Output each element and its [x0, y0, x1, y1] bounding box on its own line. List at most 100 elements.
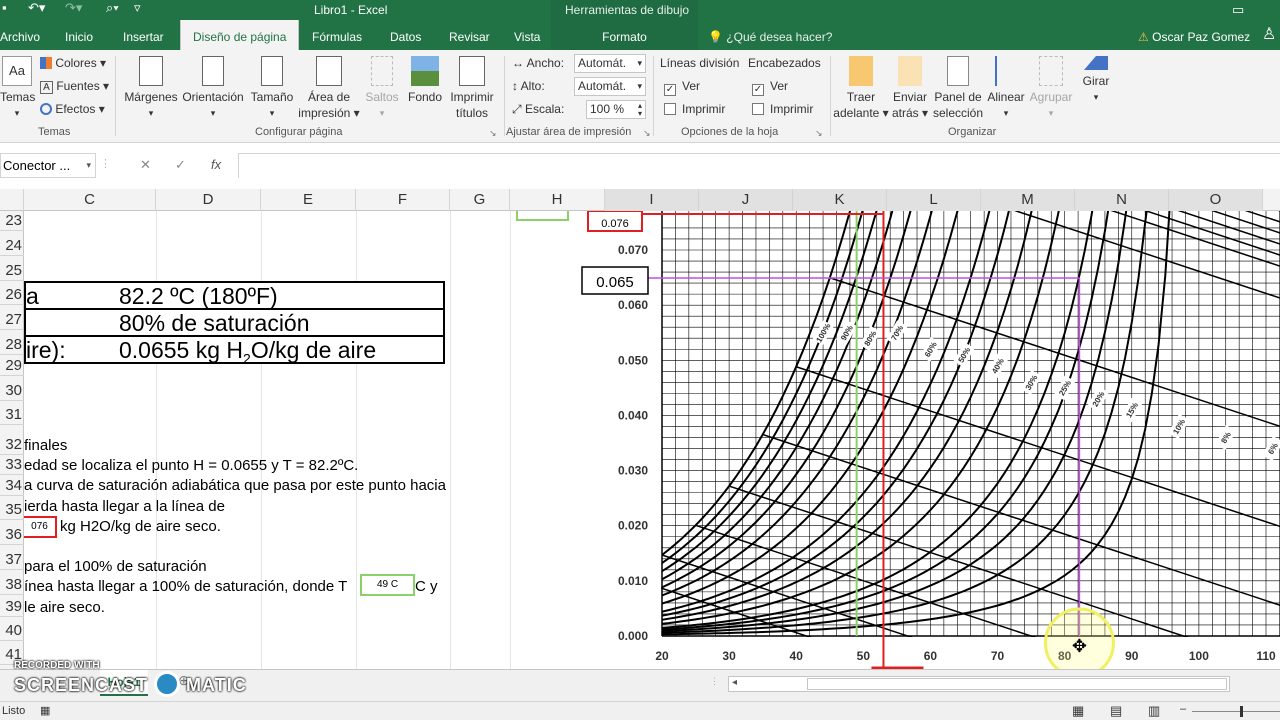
column-header-f[interactable]: F	[356, 189, 450, 211]
tell-me-search[interactable]: 💡 ¿Qué desea hacer?	[708, 20, 832, 54]
x-tick-label: 70	[991, 649, 1005, 663]
tab-formulas[interactable]: Fórmulas	[312, 20, 362, 50]
normal-view-icon[interactable]: ▦	[1072, 703, 1084, 719]
tab-formato[interactable]: Formato	[551, 20, 698, 50]
tab-insertar[interactable]: Insertar	[123, 20, 164, 50]
page-break-view-icon[interactable]: ▥	[1148, 703, 1160, 719]
undo-icon[interactable]: ↶▾	[28, 0, 45, 16]
column-header-h[interactable]: H	[510, 189, 605, 211]
scale-launcher-icon[interactable]: ↘	[643, 128, 651, 139]
insert-function-icon[interactable]: fx	[211, 157, 221, 172]
cancel-icon[interactable]: ✕	[140, 157, 151, 173]
row-header[interactable]: 29	[0, 356, 24, 376]
select-all-corner[interactable]	[0, 189, 24, 211]
row-header[interactable]: 35	[0, 500, 24, 520]
row-header[interactable]: 24	[0, 236, 24, 256]
zoom-slider-thumb[interactable]	[1240, 706, 1243, 717]
size-button[interactable]: Tamaño ▾	[248, 56, 296, 121]
column-header-k[interactable]: K	[793, 189, 887, 211]
column-header-o[interactable]: O	[1169, 189, 1263, 211]
scale-spinner[interactable]: 100 % ▴ ▾	[586, 100, 646, 119]
row-header[interactable]: 37	[0, 550, 24, 570]
orientation-button[interactable]: Orientación ▾	[181, 56, 245, 121]
gridlines-print-checkbox[interactable]: Imprimir	[664, 102, 725, 116]
row-header[interactable]: 30	[0, 381, 24, 401]
themes-button[interactable]: Aa Temas ▾	[0, 56, 35, 121]
column-header-l[interactable]: L	[887, 189, 981, 211]
row-header[interactable]: 26	[0, 285, 24, 305]
row-header[interactable]: 40	[0, 621, 24, 641]
colors-button[interactable]: Colores ▾	[40, 56, 106, 70]
row-header[interactable]: 32	[0, 435, 24, 455]
row-header[interactable]: 39	[0, 597, 24, 617]
row-header[interactable]: 38	[0, 575, 24, 595]
scrollbar-thumb[interactable]	[807, 678, 1227, 690]
row-header[interactable]: 31	[0, 405, 24, 425]
scroll-split-icon[interactable]: ⋮	[710, 676, 719, 687]
group-label: Agrupar	[1029, 90, 1073, 104]
zoom-slider[interactable]	[1192, 711, 1280, 712]
group-button[interactable]: Agrupar ▾	[1028, 56, 1074, 121]
row-header[interactable]: 25	[0, 261, 24, 281]
row-header[interactable]: 33	[0, 455, 24, 475]
send-backward-button[interactable]: Enviar atrás ▾	[890, 56, 930, 121]
print-area-button[interactable]: Área de impresión ▾	[298, 56, 360, 121]
fonts-button[interactable]: A Fuentes ▾	[40, 79, 109, 94]
column-header-j[interactable]: J	[699, 189, 793, 211]
name-box[interactable]: Conector ... ▾	[0, 153, 96, 178]
background-button[interactable]: Fondo	[405, 56, 445, 105]
enter-icon[interactable]: ✓	[175, 157, 186, 173]
sheet-options-launcher-icon[interactable]: ↘	[815, 128, 823, 139]
tab-datos[interactable]: Datos	[390, 20, 421, 50]
column-header-n[interactable]: N	[1075, 189, 1169, 211]
user-account[interactable]: ⚠ Oscar Paz Gomez	[1138, 20, 1250, 54]
size-label: Tamaño	[250, 90, 294, 104]
height-dropdown[interactable]: Automát. ▾	[574, 77, 646, 96]
column-header-i[interactable]: I	[605, 189, 699, 211]
customize-quick-access-icon[interactable]: ▿	[134, 0, 141, 16]
selection-pane-button[interactable]: Panel de selección	[932, 56, 984, 121]
redo-icon[interactable]: ↷▾	[65, 0, 82, 16]
row-header[interactable]: 36	[0, 525, 24, 545]
horizontal-scrollbar[interactable]: ◂	[728, 676, 1230, 692]
row-header[interactable]: 28	[0, 335, 24, 355]
headings-view-checkbox[interactable]: ✓ Ver	[752, 79, 788, 96]
share-icon[interactable]: ♙	[1262, 24, 1276, 44]
text-line: le aire seco.	[24, 599, 105, 616]
formula-input[interactable]	[238, 153, 1280, 178]
tab-diseno-de-pagina[interactable]: Diseño de página	[180, 20, 300, 50]
zoom-out-icon[interactable]: –	[1180, 703, 1186, 715]
effects-button[interactable]: Efectos ▾	[40, 102, 105, 116]
headings-print-checkbox[interactable]: Imprimir	[752, 102, 813, 116]
gridlines-view-checkbox[interactable]: ✓ Ver	[664, 79, 700, 96]
print-titles-button[interactable]: Imprimir títulos	[446, 56, 498, 121]
scroll-left-icon[interactable]: ◂	[732, 677, 737, 688]
align-button[interactable]: Alinear ▾	[986, 56, 1026, 121]
ribbon-display-icon[interactable]: ▭	[1232, 2, 1244, 18]
row-header[interactable]: 23	[0, 211, 24, 231]
row-header[interactable]: 27	[0, 310, 24, 330]
tab-revisar[interactable]: Revisar	[449, 20, 490, 50]
page-layout-view-icon[interactable]: ▤	[1110, 703, 1122, 719]
save-icon[interactable]: ▪	[2, 0, 7, 15]
sheet-options-group-label: Opciones de la hoja	[681, 126, 779, 138]
column-header-g[interactable]: G	[450, 189, 510, 211]
column-header-e[interactable]: E	[261, 189, 356, 211]
row-header[interactable]: 34	[0, 476, 24, 496]
bring-forward-button[interactable]: Traer adelante ▾	[832, 56, 890, 121]
column-header-d[interactable]: D	[156, 189, 261, 211]
touch-mode-icon[interactable]: ⌕▾	[106, 0, 119, 16]
column-header-c[interactable]: C	[24, 189, 156, 211]
page-setup-launcher-icon[interactable]: ↘	[489, 128, 497, 139]
margins-button[interactable]: Márgenes ▾	[123, 56, 179, 121]
tab-inicio[interactable]: Inicio	[65, 20, 93, 50]
tab-archivo[interactable]: Archivo	[0, 20, 40, 50]
macro-record-icon[interactable]: ▦	[40, 704, 50, 717]
rotate-button[interactable]: Girar ▾	[1078, 56, 1114, 105]
breaks-button[interactable]: Saltos ▾	[362, 56, 402, 121]
rotate-icon	[1084, 56, 1108, 70]
width-dropdown[interactable]: Automát. ▾	[574, 54, 646, 73]
column-header-m[interactable]: M	[981, 189, 1075, 211]
psychrometric-chart[interactable]: 0.000 0.010 0.020 0.030 0.040 0.050 0.060 0.070…	[578, 211, 1280, 669]
tab-vista[interactable]: Vista	[514, 20, 540, 50]
